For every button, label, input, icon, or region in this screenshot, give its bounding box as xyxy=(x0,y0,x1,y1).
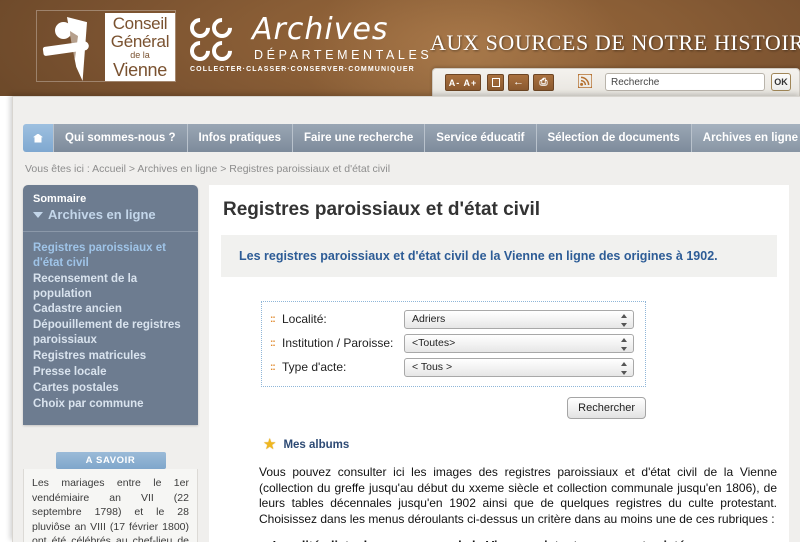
cg-wordmark: Conseil Général de la Vienne xyxy=(105,13,175,81)
nav-item-home[interactable] xyxy=(23,124,54,152)
chevron-down-icon xyxy=(33,211,43,218)
cg-line-1: Conseil xyxy=(112,14,168,33)
home-icon xyxy=(33,133,43,143)
sidebar-menu-box: Sommaire Archives en ligne Registres par… xyxy=(23,185,198,426)
cg-line-3: de la xyxy=(130,50,150,60)
search-input[interactable] xyxy=(605,73,765,91)
cg-line-4: Vienne xyxy=(113,60,167,80)
breadcrumb: Vous êtes ici : Accueil > Archives en li… xyxy=(25,163,391,175)
vienne-pictogram-icon xyxy=(42,13,105,83)
sidebar-item-choix-par-commune[interactable]: Choix par commune xyxy=(33,397,188,412)
search-submit-button[interactable]: OK xyxy=(771,73,791,91)
select-type-acte[interactable]: < Tous > xyxy=(404,357,634,377)
form-row-institution-paroisse: :: Institution / Paroisse: <Toutes> xyxy=(270,333,637,353)
archives-departementales-logo[interactable]: Archives DÉPARTEMENTALES COLLECTER·CLASS… xyxy=(185,12,429,78)
sidebar-item-list: Registres paroissiaux et d'état civil Re… xyxy=(23,232,198,425)
nav-item-qui-sommes-nous[interactable]: Qui sommes-nous ? xyxy=(54,124,188,152)
sidebar-section-toggle[interactable]: Archives en ligne xyxy=(33,206,188,224)
nav-item-archives-en-ligne[interactable]: Archives en ligne xyxy=(691,124,800,152)
sidebar: Sommaire Archives en ligne Registres par… xyxy=(23,185,198,542)
select-type-acte-value: < Tous > xyxy=(412,361,453,373)
select-localite-value: Adriers xyxy=(412,313,446,325)
submit-row: Rechercher xyxy=(261,397,646,419)
star-icon: ★ xyxy=(263,436,277,453)
bullet-marker-icon: :: xyxy=(270,313,276,325)
rechercher-button[interactable]: Rechercher xyxy=(567,397,646,419)
home-icon xyxy=(491,78,500,87)
back-button[interactable]: ← xyxy=(508,74,529,91)
cc-mark-icon xyxy=(185,13,248,66)
font-size-button[interactable]: A- A+ xyxy=(445,74,481,91)
select-institution-value: <Toutes> xyxy=(412,337,456,349)
rss-icon[interactable] xyxy=(577,73,593,90)
a-savoir-title: A SAVOIR xyxy=(55,452,166,470)
form-row-localite: :: Localité: Adriers xyxy=(270,309,637,329)
form-row-type-acte: :: Type d'acte: < Tous > xyxy=(270,357,637,377)
body-paragraph: Vous pouvez consulter ici les images des… xyxy=(259,465,777,526)
sidebar-item-presse-locale[interactable]: Presse locale xyxy=(33,365,188,380)
main-content: Registres paroissiaux et d'état civil Le… xyxy=(209,185,789,542)
archives-subtitle: DÉPARTEMENTALES xyxy=(254,48,433,62)
a-savoir-text: Les mariages entre le 1er vendémiaire an… xyxy=(32,477,189,542)
stepper-icon xyxy=(620,337,627,351)
select-localite[interactable]: Adriers xyxy=(404,309,634,329)
intro-banner: Les registres paroissiaux et d'état civi… xyxy=(221,235,777,277)
nav-item-infos-pratiques[interactable]: Infos pratiques xyxy=(187,124,293,152)
page-title: Registres paroissiaux et d'état civil xyxy=(223,199,541,220)
sidebar-item-recensement[interactable]: Recensement de la population xyxy=(33,272,188,302)
sidebar-item-registres-matricules[interactable]: Registres matricules xyxy=(33,349,188,364)
sidebar-header: Sommaire Archives en ligne xyxy=(23,185,198,232)
header-slogan: AUX SOURCES DE NOTRE HISTOIRE xyxy=(430,30,800,55)
utility-toolbar: A- A+ ← ⎙ OK xyxy=(432,68,800,96)
mes-albums-link[interactable]: ★ Mes albums xyxy=(263,437,789,452)
page-container: Qui sommes-nous ? Infos pratiques Faire … xyxy=(12,96,800,542)
main-navigation: Qui sommes-nous ? Infos pratiques Faire … xyxy=(23,124,800,152)
label-type-acte: Type d'acte: xyxy=(282,360,347,374)
sidebar-item-cadastre-ancien[interactable]: Cadastre ancien xyxy=(33,302,188,317)
search-form: :: Localité: Adriers :: Institution / Pa… xyxy=(261,301,646,387)
sidebar-section-label: Archives en ligne xyxy=(48,207,156,223)
home-button[interactable] xyxy=(487,74,504,91)
stepper-icon xyxy=(620,313,627,327)
label-institution-paroisse: Institution / Paroisse: xyxy=(282,336,394,350)
bullet-marker-icon: :: xyxy=(270,337,276,349)
sidebar-item-cartes-postales[interactable]: Cartes postales xyxy=(33,381,188,396)
sidebar-item-depouillement[interactable]: Dépouillement de registres paroissiaux xyxy=(33,318,188,348)
conseil-general-vienne-logo[interactable]: Conseil Général de la Vienne xyxy=(36,10,176,82)
arrow-left-icon: ← xyxy=(513,76,524,88)
sidebar-summary-label: Sommaire xyxy=(33,193,87,205)
nav-item-faire-une-recherche[interactable]: Faire une recherche xyxy=(292,124,426,152)
sidebar-item-registres-paroissiaux[interactable]: Registres paroissiaux et d'état civil xyxy=(33,241,188,271)
a-savoir-panel: A SAVOIR Les mariages entre le 1er vendé… xyxy=(23,452,198,542)
select-institution-paroisse[interactable]: <Toutes> xyxy=(404,333,634,353)
printer-icon: ⎙ xyxy=(539,76,548,88)
archives-title: Archives xyxy=(252,12,389,47)
a-savoir-body: Les mariages entre le 1er vendémiaire an… xyxy=(23,469,198,542)
bullet-marker-icon: :: xyxy=(270,361,276,373)
print-button[interactable]: ⎙ xyxy=(533,74,554,91)
nav-item-service-educatif[interactable]: Service éducatif xyxy=(425,124,537,152)
nav-item-selection-de-documents[interactable]: Sélection de documents xyxy=(536,124,692,152)
stepper-icon xyxy=(620,361,627,375)
cg-line-2: Général xyxy=(110,32,170,51)
archives-tagline: COLLECTER·CLASSER·CONSERVER·COMMUNIQUER xyxy=(190,66,415,73)
label-localite: Localité: xyxy=(282,312,327,326)
mes-albums-label: Mes albums xyxy=(283,438,350,451)
